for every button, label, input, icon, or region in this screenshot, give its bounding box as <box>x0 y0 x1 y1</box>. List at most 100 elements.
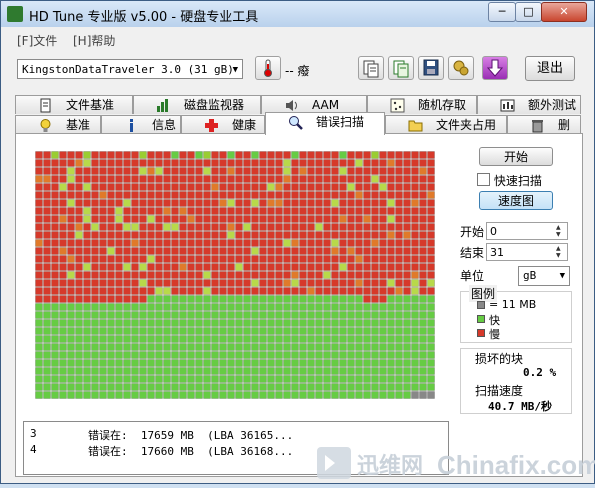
log-row[interactable]: 3 错误在: 17659 MB (LBA 36165... <box>30 427 293 442</box>
scan-block <box>235 351 243 359</box>
scan-block <box>419 167 427 175</box>
checkbox-box[interactable] <box>477 173 490 186</box>
spin-arrows-icon[interactable]: ▲ ▼ <box>556 224 566 238</box>
scan-block <box>251 239 259 247</box>
scan-block <box>379 391 387 399</box>
tab-error-scan[interactable]: 错误扫描 <box>265 112 385 135</box>
scan-block <box>107 183 115 191</box>
tab-disk-monitor[interactable]: 磁盘监视器 <box>133 95 261 114</box>
scan-block <box>275 335 283 343</box>
scan-block <box>235 223 243 231</box>
save-icon[interactable] <box>418 56 444 80</box>
tab-file-benchmark[interactable]: 文件基准 <box>15 95 133 114</box>
scan-block <box>411 383 419 391</box>
scan-block <box>75 335 83 343</box>
scan-block <box>43 247 51 255</box>
exit-button[interactable]: 退出 <box>525 56 575 81</box>
scan-block <box>299 175 307 183</box>
scan-block <box>275 287 283 295</box>
scan-block <box>307 263 315 271</box>
scan-block <box>43 319 51 327</box>
scan-block <box>139 231 147 239</box>
download-arrow-icon[interactable] <box>482 56 508 80</box>
scan-block <box>331 255 339 263</box>
scan-block <box>147 247 155 255</box>
spin-arrows-icon[interactable]: ▲ ▼ <box>556 245 566 259</box>
scan-block <box>315 199 323 207</box>
scan-block <box>291 287 299 295</box>
scan-block <box>411 239 419 247</box>
scan-block <box>123 223 131 231</box>
scan-block <box>267 351 275 359</box>
scan-block <box>115 159 123 167</box>
close-button[interactable]: ✕ <box>541 2 587 22</box>
scan-block <box>35 167 43 175</box>
scan-block <box>259 359 267 367</box>
scan-block <box>347 383 355 391</box>
options-icon[interactable] <box>448 56 474 80</box>
scan-block <box>235 215 243 223</box>
scan-block <box>139 167 147 175</box>
scan-block <box>291 327 299 335</box>
scan-block <box>99 215 107 223</box>
copy-info-button[interactable] <box>358 56 384 80</box>
scan-block <box>307 375 315 383</box>
scan-block <box>75 183 83 191</box>
start-scan-button[interactable]: 开始 <box>479 147 553 166</box>
drive-select[interactable]: KingstonDataTraveler 3.0 (31 gB) ▼ <box>17 59 243 79</box>
scan-block <box>147 327 155 335</box>
scan-block <box>347 255 355 263</box>
tab-info[interactable]: 信息 <box>101 115 181 134</box>
scan-block <box>83 287 91 295</box>
scan-block <box>107 215 115 223</box>
scan-block <box>227 183 235 191</box>
minimize-button[interactable]: ─ <box>488 2 516 22</box>
tab-erase[interactable]: 删除 <box>507 115 581 151</box>
scan-block <box>163 175 171 183</box>
scan-block <box>339 391 347 399</box>
magnifier-icon <box>288 115 303 130</box>
scan-block <box>243 359 251 367</box>
scan-block <box>195 255 203 263</box>
scan-block <box>355 183 363 191</box>
scan-block <box>315 207 323 215</box>
tab-benchmark[interactable]: 基准 <box>15 115 101 134</box>
scan-block <box>195 247 203 255</box>
end-spinbox[interactable]: 31 ▲ ▼ <box>486 243 568 261</box>
scan-block <box>331 207 339 215</box>
tab-folder-usage[interactable]: 文件夹占用率 <box>385 115 507 151</box>
scan-block <box>347 167 355 175</box>
log-row[interactable]: 4 错误在: 17660 MB (LBA 36168... <box>30 443 293 458</box>
scan-block <box>267 223 275 231</box>
scan-block <box>131 295 139 303</box>
copy-all-button[interactable] <box>388 56 414 80</box>
tab-extra-tests[interactable]: 额外测试 <box>477 95 581 114</box>
scan-block <box>227 215 235 223</box>
scan-block <box>275 351 283 359</box>
scan-block <box>307 231 315 239</box>
scan-block <box>387 263 395 271</box>
menu-file[interactable]: [F]文件 <box>17 32 57 49</box>
scan-block <box>411 247 419 255</box>
scan-block <box>67 207 75 215</box>
quick-scan-checkbox[interactable]: 快速扫描 <box>477 172 542 189</box>
scan-block <box>315 271 323 279</box>
scan-block <box>363 295 371 303</box>
scan-block <box>403 167 411 175</box>
start-spinbox[interactable]: 0 ▲ ▼ <box>486 222 568 240</box>
maximize-button[interactable]: □ <box>515 2 542 22</box>
scan-block <box>43 207 51 215</box>
scan-block <box>323 351 331 359</box>
log-row-index: 4 <box>30 443 37 456</box>
unit-select[interactable]: gB ▼ <box>518 266 570 286</box>
tab-health[interactable]: 健康 <box>181 115 265 134</box>
scan-block <box>75 207 83 215</box>
scan-block <box>147 295 155 303</box>
speed-map-button[interactable]: 速度图 <box>479 191 553 210</box>
scan-block <box>339 247 347 255</box>
scan-block <box>387 175 395 183</box>
menu-help[interactable]: [H]帮助 <box>73 32 115 49</box>
scan-block <box>83 367 91 375</box>
scan-block <box>187 183 195 191</box>
scan-block <box>331 215 339 223</box>
